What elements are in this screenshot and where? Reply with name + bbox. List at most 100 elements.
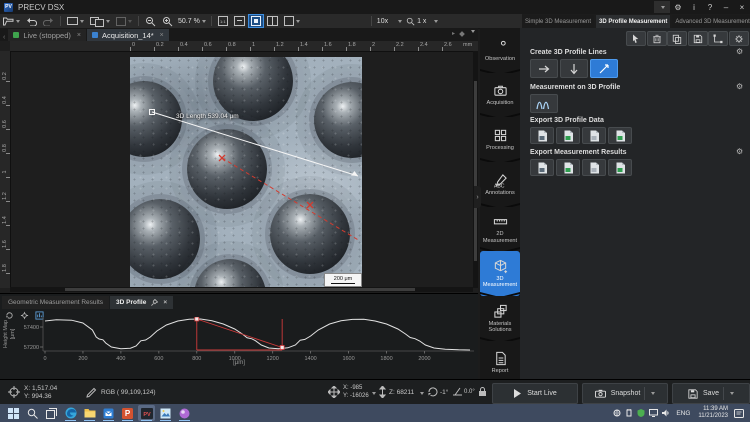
taskbar-powerpoint-icon[interactable]: P	[119, 405, 136, 421]
zoom-percent-select[interactable]: 50.7 %	[178, 18, 206, 25]
digital-zoom-select[interactable]: 1 x	[406, 17, 438, 26]
panel-splitter-handle[interactable]	[228, 286, 234, 293]
z-dropdown-icon[interactable]	[420, 392, 424, 395]
export-results-settings-icon[interactable]: ⚙	[736, 147, 743, 156]
measurement-tab[interactable]: 3D Profile Measurement	[596, 15, 670, 28]
section-title-export-data: Export 3D Profile Data	[530, 117, 604, 124]
horizontal-scrollbar[interactable]	[10, 287, 473, 292]
results-tab[interactable]: 3D Profile×	[110, 296, 173, 309]
taskbar-precv-icon[interactable]: PV	[138, 405, 155, 421]
close-button[interactable]: ×	[734, 1, 750, 13]
redo-button[interactable]	[41, 15, 56, 27]
sidebar-item-3d-measurement[interactable]: 3D Measurement	[480, 251, 520, 296]
viewer-corner-tools[interactable]: ▸	[452, 30, 475, 37]
titlebar-chevron-icon[interactable]	[654, 1, 670, 13]
view-actual-size-button[interactable]: 1:1	[216, 15, 230, 27]
close-tab-icon[interactable]: ×	[160, 32, 164, 39]
taskbar-mail-icon[interactable]	[100, 405, 117, 421]
stage-dropdown-icon[interactable]	[372, 392, 376, 395]
results-tab[interactable]: Geometric Measurement Results	[2, 296, 109, 309]
taskbar-search-icon[interactable]	[24, 405, 41, 421]
export-txt-button[interactable]	[582, 127, 606, 144]
create-line-horizontal-button[interactable]	[530, 59, 558, 78]
view-fit-width-button[interactable]	[232, 15, 247, 27]
sidebar-item-processing[interactable]: Processing	[480, 117, 520, 162]
export-txt-button[interactable]	[582, 159, 606, 176]
document-tab[interactable]: Acquisition_14*×	[87, 29, 169, 41]
objective-select[interactable]: 10x	[377, 18, 402, 25]
snapshot-button[interactable]: Snapshot	[582, 383, 668, 404]
taskbar-viewer-icon[interactable]	[176, 405, 193, 421]
info-icon[interactable]: i	[686, 1, 702, 13]
export-csv-button[interactable]	[530, 159, 554, 176]
export-xlsx-button[interactable]	[556, 159, 580, 176]
taskbar-edge-icon[interactable]	[62, 405, 79, 421]
taskbar-photos-icon[interactable]	[157, 405, 174, 421]
polyline-tool-button[interactable]	[708, 31, 728, 46]
vertical-scrollbar[interactable]	[473, 51, 478, 288]
sidebar-item-annotations[interactable]: ABCAnnotations	[480, 162, 520, 207]
zoom-out-button[interactable]	[143, 15, 158, 27]
copy-tool-button[interactable]	[667, 31, 687, 46]
export-xlsx-button[interactable]	[556, 127, 580, 144]
close-tab-icon[interactable]: ×	[77, 32, 81, 39]
speaker-icon[interactable]	[662, 409, 670, 417]
profile-chart[interactable]: 5740057200020040060080010001200140016001…	[0, 317, 478, 363]
microscope-image[interactable]: 3D Length 539.04 μm 200 μm	[130, 57, 362, 287]
delete-tool-button[interactable]	[647, 31, 667, 46]
view-tile-button[interactable]	[265, 15, 280, 27]
sidebar-item-2d-measurement[interactable]: 2D Measurement	[480, 207, 520, 252]
open-file-button[interactable]	[1, 15, 22, 27]
export-xml-button[interactable]	[608, 127, 632, 144]
usb-icon[interactable]	[625, 409, 633, 417]
select-region-button[interactable]	[65, 15, 86, 27]
start-live-button[interactable]: Start Live	[492, 383, 578, 404]
taskbar-explorer-icon[interactable]	[81, 405, 98, 421]
notification-center-icon[interactable]	[734, 409, 744, 418]
lock-icon[interactable]	[478, 386, 487, 397]
language-indicator[interactable]: ENG	[676, 410, 690, 417]
measurement-tab[interactable]: Simple 3D Measurement	[522, 15, 594, 28]
minimize-button[interactable]: –	[718, 1, 734, 13]
select-tool-button[interactable]	[626, 31, 646, 46]
settings-icon[interactable]: ⚙	[670, 1, 686, 13]
workflow-sidebar: ObservationAcquisitionProcessingABCAnnot…	[480, 28, 520, 386]
create-lines-settings-icon[interactable]: ⚙	[736, 47, 743, 56]
display-icon[interactable]	[649, 409, 658, 417]
peak-measurement-button[interactable]	[530, 94, 558, 113]
measurement-tab[interactable]: Advanced 3D Measurement	[672, 15, 750, 28]
export-csv-button[interactable]	[530, 127, 554, 144]
network-icon[interactable]	[613, 409, 621, 417]
tab-scroll-left-icon[interactable]: ‹	[3, 34, 5, 41]
document-tab[interactable]: Live (stopped)×	[8, 29, 86, 41]
save-tool-button[interactable]	[688, 31, 708, 46]
create-line-vertical-button[interactable]	[560, 59, 588, 78]
zoom-in-button[interactable]	[160, 15, 175, 27]
security-shield-icon[interactable]	[637, 409, 645, 417]
taskbar-clock[interactable]: 11:39 AM11/21/2023	[698, 406, 728, 421]
copy-image-button[interactable]	[88, 15, 112, 27]
paste-button[interactable]	[114, 15, 134, 27]
close-tab-icon[interactable]: ×	[163, 299, 167, 306]
measure-settings-icon[interactable]: ⚙	[736, 82, 743, 91]
view-fit-screen-button[interactable]	[249, 15, 263, 27]
create-line-diagonal-button[interactable]	[590, 59, 618, 78]
view-overlay-button[interactable]	[282, 15, 302, 27]
snapshot-dropdown-icon[interactable]	[651, 392, 655, 395]
ruler-tick-label: 0.8	[228, 42, 236, 48]
save-button[interactable]: Save	[672, 383, 750, 404]
export-xml-button[interactable]	[608, 159, 632, 176]
sidebar-item-acquisition[interactable]: Acquisition	[480, 73, 520, 118]
sidebar-item-observation[interactable]: Observation	[480, 28, 520, 73]
undo-button[interactable]	[24, 15, 39, 27]
options-tool-button[interactable]	[729, 31, 749, 46]
main-toolbar: 50.7 % 1:1 10x 1 x	[0, 14, 522, 29]
taskbar-start-icon[interactable]	[5, 405, 22, 421]
save-dropdown-icon[interactable]	[730, 392, 734, 395]
measurement-overlay[interactable]	[130, 57, 362, 287]
sidebar-item-materials-solutions[interactable]: Materials Solutions	[480, 296, 520, 341]
pin-icon[interactable]	[146, 299, 158, 306]
help-icon[interactable]: ?	[702, 1, 718, 13]
taskbar-taskview-icon[interactable]	[43, 405, 60, 421]
sidebar-expander[interactable]: ›	[474, 186, 481, 208]
